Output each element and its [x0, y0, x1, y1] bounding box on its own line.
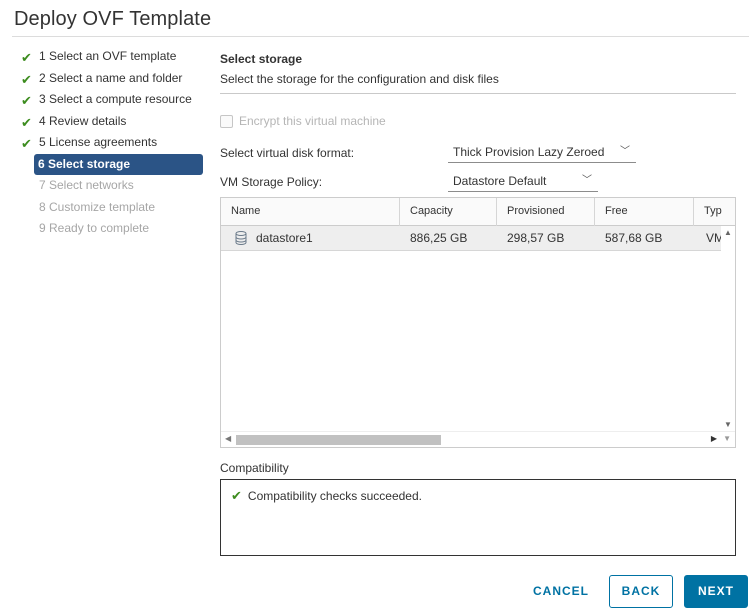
step-label: 3 Select a compute resource	[39, 92, 192, 106]
check-icon: ✔	[21, 93, 32, 108]
column-header-provisioned[interactable]: Provisioned	[497, 198, 595, 226]
cancel-button[interactable]: CANCEL	[526, 575, 596, 608]
step-label: 2 Select a name and folder	[39, 70, 183, 85]
step-license-agreements[interactable]: ✔ 5 License agreements	[16, 132, 206, 154]
compatibility-message: ✔ Compatibility checks succeeded.	[231, 488, 422, 504]
scroll-down-icon[interactable]: ▼	[723, 434, 731, 443]
column-header-capacity[interactable]: Capacity	[400, 198, 497, 226]
back-button[interactable]: BACK	[609, 575, 673, 608]
scroll-up-icon[interactable]: ▲	[724, 228, 732, 237]
step-label: 9 Ready to complete	[39, 221, 150, 235]
section-header: Select storage Select the storage for th…	[220, 52, 736, 94]
scroll-left-icon[interactable]: ◀	[225, 434, 231, 443]
check-icon: ✔	[21, 114, 32, 130]
step-label: 1 Select an OVF template	[39, 49, 177, 63]
storage-policy-value: Datastore Default	[453, 174, 547, 188]
step-label: 8 Customize template	[39, 199, 156, 214]
column-header-name[interactable]: Name	[221, 198, 400, 226]
check-icon: ✔	[231, 488, 242, 503]
datastore-grid: Name Capacity Provisioned Free Typ datas…	[220, 197, 736, 448]
table-row[interactable]: datastore1 886,25 GB 298,57 GB 587,68 GB…	[221, 226, 721, 251]
scrollbar-thumb[interactable]	[236, 435, 441, 445]
horizontal-scrollbar[interactable]: ◀ ▶ ▼	[221, 431, 735, 447]
next-button[interactable]: NEXT	[684, 575, 748, 608]
encrypt-vm-checkbox[interactable]: Encrypt this virtual machine	[220, 114, 386, 128]
title-divider	[12, 36, 749, 37]
step-select-name-folder[interactable]: ✔ 2 Select a name and folder	[16, 68, 206, 90]
compatibility-text: Compatibility checks succeeded.	[247, 489, 422, 503]
chevron-down-icon: ﹀	[582, 175, 592, 186]
section-title: Select storage	[220, 52, 303, 66]
storage-policy-select[interactable]: Datastore Default ﹀	[448, 172, 598, 192]
cell-free: 587,68 GB	[605, 231, 663, 245]
disk-format-label: Select virtual disk format:	[220, 146, 355, 160]
scroll-down-icon[interactable]: ▼	[724, 420, 732, 429]
step-label: 7 Select networks	[39, 178, 134, 192]
cell-provisioned: 298,57 GB	[507, 231, 565, 245]
step-select-compute-resource[interactable]: ✔ 3 Select a compute resource	[16, 89, 206, 111]
column-header-type[interactable]: Typ	[694, 198, 735, 226]
step-label: 6 Select storage	[38, 156, 131, 171]
cell-name: datastore1	[256, 231, 313, 245]
chevron-down-icon: ﹀	[620, 146, 630, 157]
step-select-networks: 7 Select networks	[16, 175, 206, 197]
compatibility-panel: ✔ Compatibility checks succeeded.	[220, 479, 736, 556]
wizard-steps: ✔ 1 Select an OVF template ✔ 2 Select a …	[16, 46, 206, 240]
cell-capacity: 886,25 GB	[410, 231, 468, 245]
column-header-free[interactable]: Free	[595, 198, 694, 226]
vertical-scrollbar[interactable]: ▲ ▼	[721, 226, 735, 431]
section-subtitle: Select the storage for the configuration…	[220, 72, 499, 86]
step-label: 5 License agreements	[39, 135, 158, 149]
check-icon: ✔	[21, 136, 32, 151]
step-label: 4 Review details	[39, 113, 127, 128]
step-select-storage[interactable]: 6 Select storage	[34, 153, 203, 175]
compatibility-label: Compatibility	[220, 461, 289, 475]
cell-type: VM	[706, 231, 721, 245]
storage-policy-label: VM Storage Policy:	[220, 175, 323, 189]
disk-format-select[interactable]: Thick Provision Lazy Zeroed ﹀	[448, 143, 636, 163]
scroll-right-icon[interactable]: ▶	[711, 434, 717, 443]
check-icon: ✔	[21, 50, 32, 65]
step-review-details[interactable]: ✔ 4 Review details	[16, 111, 206, 133]
step-ready-to-complete: 9 Ready to complete	[16, 218, 206, 240]
step-customize-template: 8 Customize template	[16, 197, 206, 219]
step-select-ovf-template[interactable]: ✔ 1 Select an OVF template	[16, 46, 206, 68]
window-title: Deploy OVF Template	[14, 8, 212, 30]
encrypt-label: Encrypt this virtual machine	[239, 114, 386, 128]
checkbox-box[interactable]	[220, 114, 233, 128]
grid-header: Name Capacity Provisioned Free Typ	[221, 198, 735, 226]
disk-format-value: Thick Provision Lazy Zeroed	[453, 145, 605, 159]
section-divider	[220, 93, 736, 94]
check-icon: ✔	[21, 71, 32, 87]
